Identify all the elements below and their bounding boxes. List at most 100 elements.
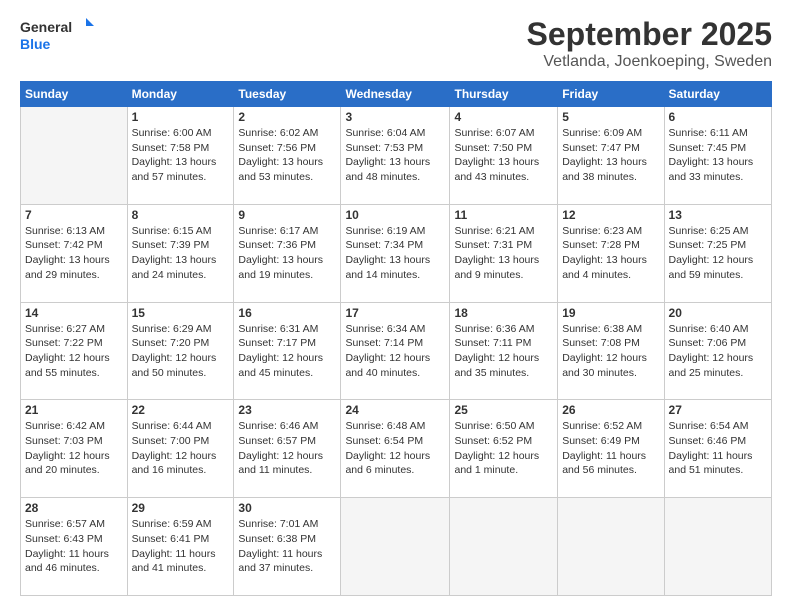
day-number: 10 bbox=[345, 208, 445, 222]
day-number: 9 bbox=[238, 208, 336, 222]
day-number: 15 bbox=[132, 306, 230, 320]
day-detail: Sunrise: 6:59 AM Sunset: 6:41 PM Dayligh… bbox=[132, 517, 230, 576]
day-cell: 11Sunrise: 6:21 AM Sunset: 7:31 PM Dayli… bbox=[450, 204, 558, 302]
day-cell: 10 Sunrise: 6:19 AM Sunset: 7:34 PM Dayli… bbox=[341, 204, 450, 302]
day-number: 25 bbox=[454, 403, 553, 417]
week-row-4: 28 Sunrise: 6:57 AM Sunset: 6:43 PM Dayli… bbox=[21, 498, 772, 596]
subtitle: Vetlanda, Joenkoeping, Sweden bbox=[527, 53, 772, 71]
day-number: 7 bbox=[25, 208, 123, 222]
col-wednesday: Wednesday bbox=[341, 82, 450, 107]
day-cell: 8Sunrise: 6:15 AM Sunset: 7:39 PM Daylig… bbox=[127, 204, 234, 302]
day-number: 1 bbox=[132, 110, 230, 124]
week-row-0: 1 Sunrise: 6:00 AM Sunset: 7:58 PM Daylig… bbox=[21, 107, 772, 205]
col-friday: Friday bbox=[558, 82, 664, 107]
day-cell: 27 Sunrise: 6:54 AM Sunset: 6:46 PM Dayli… bbox=[664, 400, 771, 498]
day-number: 17 bbox=[345, 306, 445, 320]
day-detail: Sunrise: 6:02 AM Sunset: 7:56 PM Dayligh… bbox=[238, 126, 336, 185]
col-sunday: Sunday bbox=[21, 82, 128, 107]
day-number: 12 bbox=[562, 208, 659, 222]
day-number: 22 bbox=[132, 403, 230, 417]
svg-text:General: General bbox=[20, 19, 72, 35]
day-cell: 24 Sunrise: 6:48 AM Sunset: 6:54 PM Dayli… bbox=[341, 400, 450, 498]
day-number: 28 bbox=[25, 501, 123, 515]
day-cell: 28 Sunrise: 6:57 AM Sunset: 6:43 PM Dayli… bbox=[21, 498, 128, 596]
day-detail: Sunrise: 6:46 AM Sunset: 6:57 PM Dayligh… bbox=[238, 419, 336, 478]
day-cell: 19Sunrise: 6:38 AM Sunset: 7:08 PM Dayli… bbox=[558, 302, 664, 400]
day-detail: Sunrise: 6:57 AM Sunset: 6:43 PM Dayligh… bbox=[25, 517, 123, 576]
day-number: 3 bbox=[345, 110, 445, 124]
day-number: 4 bbox=[454, 110, 553, 124]
day-cell: 25 Sunrise: 6:50 AM Sunset: 6:52 PM Dayli… bbox=[450, 400, 558, 498]
main-title: September 2025 bbox=[527, 16, 772, 53]
col-saturday: Saturday bbox=[664, 82, 771, 107]
day-detail: Sunrise: 6:11 AM Sunset: 7:45 PM Dayligh… bbox=[669, 126, 767, 185]
day-number: 20 bbox=[669, 306, 767, 320]
day-detail: Sunrise: 6:54 AM Sunset: 6:46 PM Dayligh… bbox=[669, 419, 767, 478]
day-detail: Sunrise: 6:48 AM Sunset: 6:54 PM Dayligh… bbox=[345, 419, 445, 478]
day-number: 16 bbox=[238, 306, 336, 320]
day-detail: Sunrise: 6:00 AM Sunset: 7:58 PM Dayligh… bbox=[132, 126, 230, 185]
day-detail: Sunrise: 7:01 AM Sunset: 6:38 PM Dayligh… bbox=[238, 517, 336, 576]
day-cell: 30 Sunrise: 7:01 AM Sunset: 6:38 PM Dayli… bbox=[234, 498, 341, 596]
day-detail: Sunrise: 6:44 AM Sunset: 7:00 PM Dayligh… bbox=[132, 419, 230, 478]
calendar-table: Sunday Monday Tuesday Wednesday Thursday… bbox=[20, 81, 772, 596]
day-cell: 5 Sunrise: 6:09 AM Sunset: 7:47 PM Daylig… bbox=[558, 107, 664, 205]
day-detail: Sunrise: 6:36 AM Sunset: 7:11 PM Dayligh… bbox=[454, 322, 553, 381]
day-detail: Sunrise: 6:04 AM Sunset: 7:53 PM Dayligh… bbox=[345, 126, 445, 185]
day-cell: 21 Sunrise: 6:42 AM Sunset: 7:03 PM Dayli… bbox=[21, 400, 128, 498]
day-detail: Sunrise: 6:27 AM Sunset: 7:22 PM Dayligh… bbox=[25, 322, 123, 381]
day-number: 8 bbox=[132, 208, 230, 222]
day-cell: 17 Sunrise: 6:34 AM Sunset: 7:14 PM Dayli… bbox=[341, 302, 450, 400]
day-number: 2 bbox=[238, 110, 336, 124]
day-cell bbox=[558, 498, 664, 596]
day-cell: 9 Sunrise: 6:17 AM Sunset: 7:36 PM Daylig… bbox=[234, 204, 341, 302]
day-cell: 12 Sunrise: 6:23 AM Sunset: 7:28 PM Dayli… bbox=[558, 204, 664, 302]
day-detail: Sunrise: 6:17 AM Sunset: 7:36 PM Dayligh… bbox=[238, 224, 336, 283]
day-cell bbox=[664, 498, 771, 596]
day-cell: 23Sunrise: 6:46 AM Sunset: 6:57 PM Dayli… bbox=[234, 400, 341, 498]
logo-icon: General Blue bbox=[20, 16, 100, 56]
col-thursday: Thursday bbox=[450, 82, 558, 107]
day-detail: Sunrise: 6:19 AM Sunset: 7:34 PM Dayligh… bbox=[345, 224, 445, 283]
day-cell: 7 Sunrise: 6:13 AM Sunset: 7:42 PM Daylig… bbox=[21, 204, 128, 302]
day-number: 24 bbox=[345, 403, 445, 417]
day-detail: Sunrise: 6:09 AM Sunset: 7:47 PM Dayligh… bbox=[562, 126, 659, 185]
day-number: 19 bbox=[562, 306, 659, 320]
day-number: 21 bbox=[25, 403, 123, 417]
day-cell: 16Sunrise: 6:31 AM Sunset: 7:17 PM Dayli… bbox=[234, 302, 341, 400]
day-number: 29 bbox=[132, 501, 230, 515]
day-cell bbox=[341, 498, 450, 596]
title-block: September 2025 Vetlanda, Joenkoeping, Sw… bbox=[527, 16, 772, 71]
day-cell: 15 Sunrise: 6:29 AM Sunset: 7:20 PM Dayli… bbox=[127, 302, 234, 400]
day-detail: Sunrise: 6:42 AM Sunset: 7:03 PM Dayligh… bbox=[25, 419, 123, 478]
week-row-2: 14Sunrise: 6:27 AM Sunset: 7:22 PM Dayli… bbox=[21, 302, 772, 400]
header: General Blue September 2025 Vetlanda, Jo… bbox=[20, 16, 772, 71]
week-row-1: 7 Sunrise: 6:13 AM Sunset: 7:42 PM Daylig… bbox=[21, 204, 772, 302]
day-cell: 1 Sunrise: 6:00 AM Sunset: 7:58 PM Daylig… bbox=[127, 107, 234, 205]
day-cell: 20 Sunrise: 6:40 AM Sunset: 7:06 PM Dayli… bbox=[664, 302, 771, 400]
col-monday: Monday bbox=[127, 82, 234, 107]
day-number: 27 bbox=[669, 403, 767, 417]
day-cell bbox=[450, 498, 558, 596]
day-cell: 29 Sunrise: 6:59 AM Sunset: 6:41 PM Dayli… bbox=[127, 498, 234, 596]
page: General Blue September 2025 Vetlanda, Jo… bbox=[0, 0, 792, 612]
svg-text:Blue: Blue bbox=[20, 36, 51, 52]
day-number: 18 bbox=[454, 306, 553, 320]
day-number: 11 bbox=[454, 208, 553, 222]
day-detail: Sunrise: 6:13 AM Sunset: 7:42 PM Dayligh… bbox=[25, 224, 123, 283]
day-detail: Sunrise: 6:29 AM Sunset: 7:20 PM Dayligh… bbox=[132, 322, 230, 381]
day-detail: Sunrise: 6:23 AM Sunset: 7:28 PM Dayligh… bbox=[562, 224, 659, 283]
day-detail: Sunrise: 6:34 AM Sunset: 7:14 PM Dayligh… bbox=[345, 322, 445, 381]
day-cell: 6Sunrise: 6:11 AM Sunset: 7:45 PM Daylig… bbox=[664, 107, 771, 205]
week-row-3: 21 Sunrise: 6:42 AM Sunset: 7:03 PM Dayli… bbox=[21, 400, 772, 498]
day-number: 13 bbox=[669, 208, 767, 222]
day-number: 26 bbox=[562, 403, 659, 417]
day-number: 5 bbox=[562, 110, 659, 124]
header-row: Sunday Monday Tuesday Wednesday Thursday… bbox=[21, 82, 772, 107]
day-detail: Sunrise: 6:07 AM Sunset: 7:50 PM Dayligh… bbox=[454, 126, 553, 185]
col-tuesday: Tuesday bbox=[234, 82, 341, 107]
logo: General Blue bbox=[20, 16, 100, 56]
day-number: 30 bbox=[238, 501, 336, 515]
day-detail: Sunrise: 6:50 AM Sunset: 6:52 PM Dayligh… bbox=[454, 419, 553, 478]
day-detail: Sunrise: 6:40 AM Sunset: 7:06 PM Dayligh… bbox=[669, 322, 767, 381]
